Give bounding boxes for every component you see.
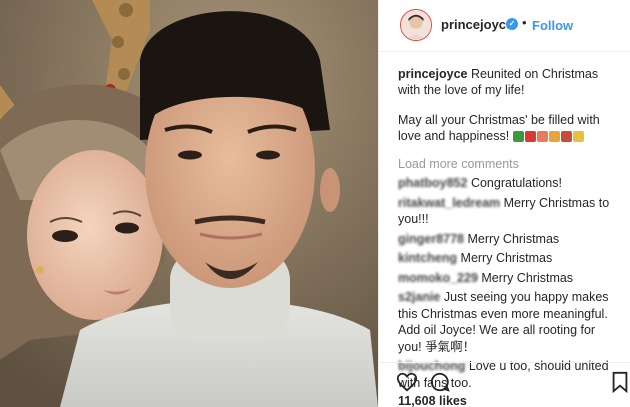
comment-item: phatboy852 Congratulations! bbox=[398, 175, 620, 192]
verified-badge-icon: ✓ bbox=[506, 18, 518, 30]
bookmark-icon[interactable] bbox=[609, 371, 630, 393]
comment-item: ritakwat_ledream Merry Christmas to you!… bbox=[398, 195, 620, 228]
comment-text: Merry Christmas bbox=[467, 231, 560, 246]
comment-item: ginger8778 Merry Christmas bbox=[398, 231, 620, 248]
post-side-panel: princejoyce ✓ • Follow princejoyce Reuni… bbox=[378, 0, 630, 407]
header-separator: • bbox=[522, 15, 527, 30]
follow-button[interactable]: Follow bbox=[532, 18, 573, 33]
post-author-username[interactable]: princejoyce bbox=[441, 17, 513, 32]
heart-icon[interactable] bbox=[396, 371, 418, 393]
post-header: princejoyce ✓ • Follow bbox=[379, 0, 630, 52]
comment-icon[interactable] bbox=[429, 371, 451, 393]
comment-text: Congratulations! bbox=[470, 176, 562, 190]
comment-item: momoko_229 Merry Christmas bbox=[398, 270, 620, 287]
candy-cane-icon bbox=[560, 131, 572, 142]
load-more-comments-link[interactable]: Load more comments bbox=[398, 156, 620, 172]
comment-item: kintcheng Merry Christmas bbox=[398, 250, 620, 267]
caption-username[interactable]: princejoyce bbox=[398, 67, 467, 81]
heart-icon-glyph bbox=[396, 372, 418, 392]
bell-icon bbox=[572, 131, 584, 142]
bookmark-icon-glyph bbox=[612, 371, 628, 393]
couple-selfie-image bbox=[0, 0, 378, 407]
gift-icon bbox=[548, 131, 560, 142]
comment-icon-glyph bbox=[430, 372, 450, 392]
likes-count[interactable]: 11,608 likes bbox=[398, 394, 467, 407]
comment-username[interactable]: s2janie bbox=[398, 290, 440, 304]
comment-username[interactable]: phatboy852 bbox=[398, 176, 467, 190]
comment-username[interactable]: momoko_229 bbox=[398, 271, 478, 285]
santa-icon bbox=[524, 131, 536, 142]
comment-username[interactable]: kintcheng bbox=[398, 251, 457, 265]
comment-text: Merry Christmas bbox=[460, 251, 553, 265]
comment-item: s2janie Just seeing you happy makes this… bbox=[398, 289, 620, 355]
post-comments-area: princejoyce Reunited on Christmas with t… bbox=[398, 66, 620, 391]
post-photo[interactable] bbox=[0, 0, 378, 407]
caption-emojis bbox=[512, 130, 585, 146]
caption: princejoyce Reunited on Christmas with t… bbox=[398, 66, 620, 98]
comment-text: Merry Christmas bbox=[481, 270, 574, 285]
avatar[interactable] bbox=[400, 9, 432, 41]
caption-second-paragraph: May all your Christmas' be filled with l… bbox=[398, 112, 620, 146]
comment-username[interactable]: ritakwat_ledream bbox=[398, 196, 500, 210]
comment-username[interactable]: ginger8778 bbox=[398, 232, 464, 246]
avatar-image bbox=[401, 10, 431, 40]
christmas-tree-icon bbox=[512, 131, 524, 142]
santa-face-icon bbox=[536, 131, 548, 142]
